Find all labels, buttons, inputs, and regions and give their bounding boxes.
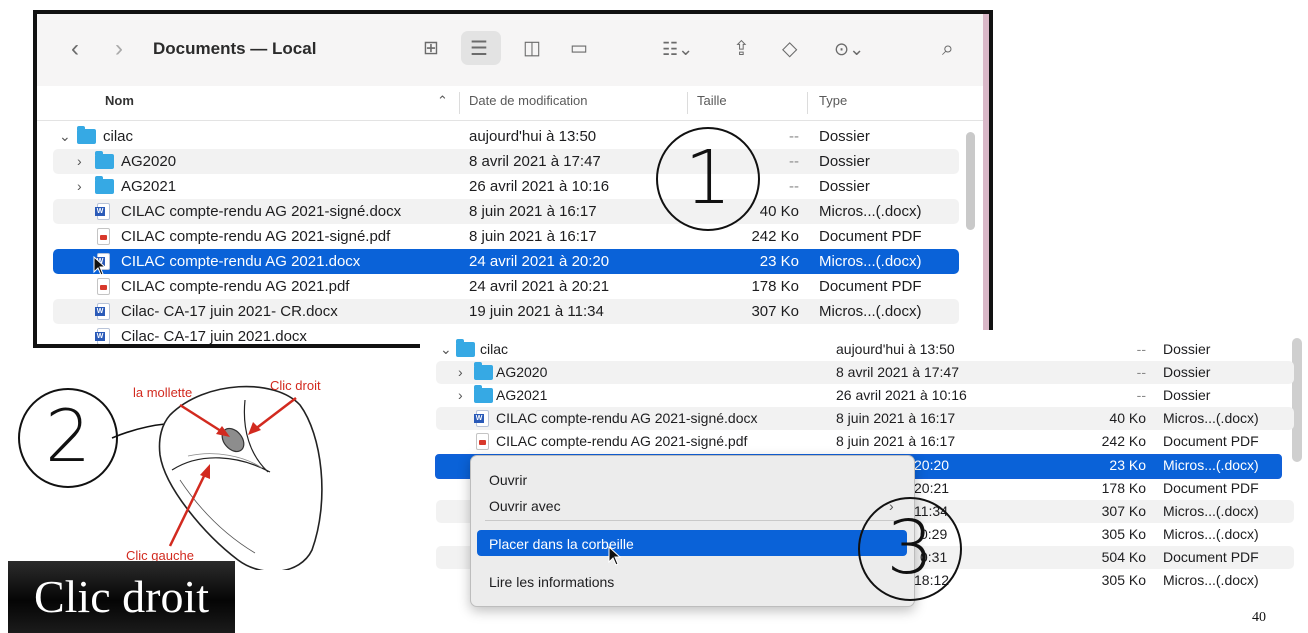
list-item[interactable]: CILAC compte-rendu AG 2021-signé.docx 8 … [53, 199, 959, 224]
pdf-document-icon [97, 278, 110, 295]
mouse-cursor-icon [608, 546, 622, 566]
step-1-circle: 1 [656, 127, 760, 231]
list-item[interactable]: ⌄ cilac aujourd'hui à 13:50 -- Dossier [53, 124, 959, 149]
list-item[interactable]: ⌄ cilac aujourd'hui à 13:50 -- Dossier [436, 338, 1294, 361]
menu-item-get-info[interactable]: Lire les informations [489, 574, 614, 590]
list-item[interactable]: CILAC compte-rendu AG 2021-signé.pdf 8 j… [436, 430, 1294, 453]
list-item[interactable]: Cilac- CA-17 juin 2021- CR.docx 19 juin … [53, 299, 959, 324]
list-item[interactable]: CILAC compte-rendu AG 2021-signé.docx 8 … [436, 407, 1294, 430]
column-header: Nom ⌃ Date de modification Taille Type [37, 86, 983, 121]
column-size[interactable]: Taille [697, 93, 727, 108]
chevron-down-icon[interactable]: ⌄ [440, 338, 452, 361]
folder-icon [95, 176, 114, 194]
context-menu: Ouvrir Ouvrir avec › Placer dans la corb… [470, 455, 915, 607]
page-number: 40 [1252, 610, 1266, 625]
folder-icon [77, 126, 96, 144]
chevron-right-icon[interactable]: › [77, 149, 82, 174]
column-type[interactable]: Type [819, 93, 847, 108]
list-item[interactable]: CILAC compte-rendu AG 2021-signé.pdf 8 j… [53, 224, 959, 249]
word-document-icon [95, 328, 110, 344]
list-item-selected[interactable]: CILAC compte-rendu AG 2021.docx 24 avril… [53, 249, 959, 274]
chevron-right-icon[interactable]: › [77, 174, 82, 199]
list-item[interactable]: › AG2020 8 avril 2021 à 17:47 -- Dossier [53, 149, 959, 174]
pdf-document-icon [476, 433, 489, 450]
search-icon[interactable]: ⌕ [942, 36, 954, 62]
tag-icon[interactable]: ◇ [782, 36, 797, 62]
column-view-icon[interactable]: ◫ [523, 36, 541, 62]
group-icon[interactable]: ☷⌄ [662, 36, 693, 62]
menu-item-open-with[interactable]: Ouvrir avec [489, 498, 561, 514]
finder-window-documents: ‹ › Documents — Local ⊞ ☰ ◫ ▭ ☷⌄ ⇪ ◇ ⊙⌄ … [33, 10, 993, 348]
chevron-right-icon[interactable]: › [458, 361, 463, 384]
window-edge [983, 14, 989, 344]
step-2-circle: 2 [18, 388, 118, 488]
list-item[interactable]: CILAC compte-rendu AG 2021.pdf 24 avril … [53, 274, 959, 299]
share-icon[interactable]: ⇪ [733, 36, 750, 62]
scrollbar[interactable] [966, 132, 975, 230]
finder-toolbar: ‹ › Documents — Local ⊞ ☰ ◫ ▭ ☷⌄ ⇪ ◇ ⊙⌄ … [37, 14, 983, 87]
list-view-icon[interactable]: ☰ [470, 36, 488, 62]
folder-icon [474, 362, 493, 380]
window-title: Documents — Local [153, 39, 317, 58]
step-3-circle: 3 [858, 497, 962, 601]
word-document-icon [95, 303, 110, 320]
back-icon[interactable]: ‹ [71, 36, 79, 62]
icon-view-icon[interactable]: ⊞ [423, 36, 439, 62]
gallery-view-icon[interactable]: ▭ [570, 36, 588, 62]
list-item[interactable]: › AG2021 26 avril 2021 à 10:16 -- Dossie… [436, 384, 1294, 407]
label-wheel: la mollette [133, 385, 193, 400]
label-right-click: Clic droit [270, 378, 321, 393]
list-item[interactable]: › AG2020 8 avril 2021 à 17:47 -- Dossier [436, 361, 1294, 384]
menu-item-open[interactable]: Ouvrir [489, 472, 527, 488]
sort-chevron-icon: ⌃ [437, 93, 448, 108]
mouse-cursor-icon [93, 256, 107, 276]
chevron-down-icon[interactable]: ⌄ [59, 124, 71, 149]
menu-separator [485, 520, 900, 521]
folder-icon [456, 339, 475, 357]
more-icon[interactable]: ⊙⌄ [834, 36, 864, 62]
folder-icon [95, 151, 114, 169]
word-document-icon [474, 410, 489, 427]
folder-icon [474, 385, 493, 403]
chevron-right-icon[interactable]: › [458, 384, 463, 407]
column-name[interactable]: Nom [105, 93, 134, 108]
title-badge: Clic droit [8, 561, 235, 633]
word-document-icon [95, 203, 110, 220]
forward-icon[interactable]: › [115, 36, 123, 62]
list-item[interactable]: › AG2021 26 avril 2021 à 10:16 -- Dossie… [53, 174, 959, 199]
pdf-document-icon [97, 228, 110, 245]
column-date[interactable]: Date de modification [469, 93, 588, 108]
